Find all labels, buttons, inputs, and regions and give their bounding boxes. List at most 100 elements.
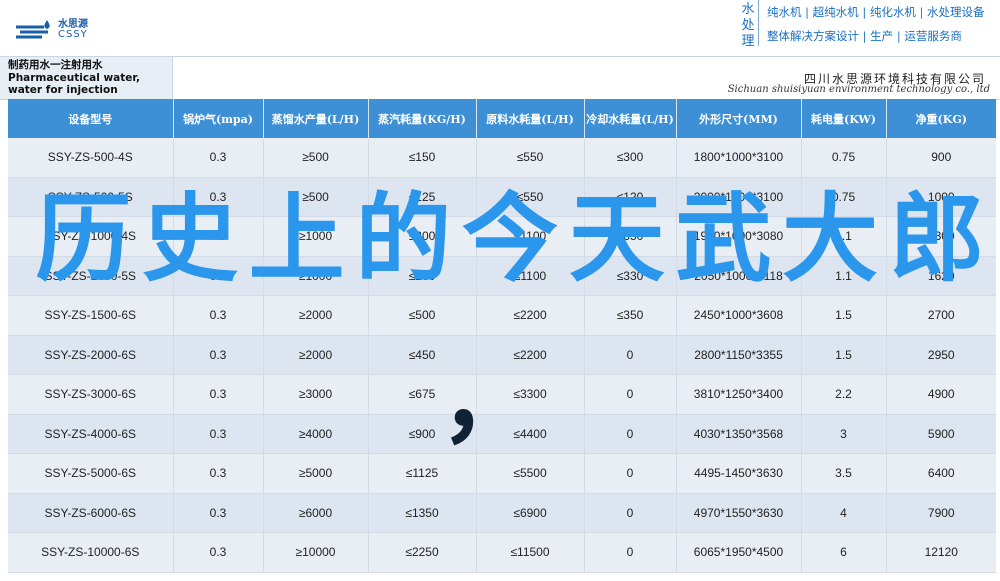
table-cell: ≤120	[584, 177, 677, 217]
table-cell: ≥5000	[263, 453, 369, 494]
column-header: 蒸汽耗量(KG/H)	[368, 99, 477, 138]
table-cell: SSY-ZS-6000-6S	[8, 493, 174, 533]
brand-name-en: CSSY	[58, 29, 88, 40]
table-cell: 6065*1950*4500	[676, 532, 802, 573]
table-cell: 0.3	[173, 256, 264, 296]
table-cell: SSY-ZS-1000-4S	[8, 216, 174, 257]
brand-logo: 水思源 CSSY	[14, 18, 88, 42]
table-cell: 1800*1000*3100	[676, 138, 802, 178]
table-cell: 4	[801, 493, 887, 533]
table-cell: 1.5	[801, 295, 887, 336]
table-cell: 0	[584, 453, 677, 494]
table-cell: ≤550	[476, 138, 585, 178]
table-cell: ≤900	[368, 414, 477, 454]
table-cell: ≥1000	[263, 256, 369, 296]
column-header: 外形尺寸(MM)	[676, 99, 802, 138]
table-cell: ≥10000	[263, 532, 369, 573]
table-cell: SSY-ZS-3000-6S	[8, 374, 174, 415]
table-cell: 2000*1000*3100	[676, 177, 802, 217]
table-cell: ≤300	[584, 138, 677, 178]
doc-title-box: 制药用水一注射用水 Pharmaceutical water, water fo…	[0, 57, 173, 99]
table-cell: 0.3	[173, 216, 264, 257]
table-cell: ≤1350	[368, 493, 477, 533]
table-cell: ≤2200	[476, 295, 585, 336]
column-header: 锅炉气(mpa)	[173, 99, 264, 138]
table-cell: ≤5500	[476, 453, 585, 494]
table-cell: 0	[584, 493, 677, 533]
table-cell: 2050*1000*3118	[676, 256, 802, 296]
table-row: SSY-ZS-3000-6S 0.3 ≥3000 ≤675 ≤3300 0 3810*125…	[8, 374, 996, 415]
table-cell: 2.2	[801, 374, 887, 415]
table-cell: ≤330	[584, 256, 677, 296]
table-cell: 0	[584, 532, 677, 573]
table-cell: ≤350	[584, 295, 677, 336]
table-cell: ≤3300	[476, 374, 585, 415]
table-cell: 0.75	[801, 138, 887, 178]
table-cell: SSY-ZS-5000-6S	[8, 453, 174, 494]
table-cell: 1620	[886, 256, 996, 296]
table-cell: ≤650	[584, 216, 677, 257]
table-cell: 900	[886, 138, 996, 178]
table-cell: ≤2250	[368, 532, 477, 573]
table-cell: ≥2000	[263, 335, 369, 375]
table-cell: SSY-ZS-500-5S	[8, 177, 174, 217]
table-cell: 0.3	[173, 138, 264, 178]
table-cell: 0.75	[801, 177, 887, 217]
table-row: SSY-ZS-500-4S 0.3 ≥500 ≤150 ≤550 ≤300 1800*100…	[8, 138, 996, 178]
table-cell: 4030*1350*3568	[676, 414, 802, 454]
table-cell: ≤500	[368, 295, 477, 336]
table-cell: 0	[584, 374, 677, 415]
table-cell: ≥6000	[263, 493, 369, 533]
table-cell: 4970*1550*3630	[676, 493, 802, 533]
table-cell: SSY-ZS-2000-6S	[8, 335, 174, 375]
table-cell: 0.3	[173, 453, 264, 494]
document-header: 制药用水一注射用水 Pharmaceutical water, water fo…	[0, 56, 1000, 100]
table-cell: 6400	[886, 453, 996, 494]
table-cell: ≤1100	[476, 256, 585, 296]
table-cell: ≤4400	[476, 414, 585, 454]
table-cell: 2450*1000*3608	[676, 295, 802, 336]
table-cell: 2950	[886, 335, 996, 375]
column-header: 原料水耗量(L/H)	[476, 99, 585, 138]
table-cell: ≤6900	[476, 493, 585, 533]
table-cell: 2700	[886, 295, 996, 336]
table-cell: 3	[801, 414, 887, 454]
table-cell: 1000	[886, 177, 996, 217]
table-cell: 0.3	[173, 335, 264, 375]
table-cell: 12120	[886, 532, 996, 573]
table-cell: 0	[584, 414, 677, 454]
table-body: SSY-ZS-500-4S 0.3 ≥500 ≤150 ≤550 ≤300 1800*100…	[8, 138, 996, 573]
table-cell: 0.3	[173, 532, 264, 573]
table-cell: ≤11500	[476, 532, 585, 573]
table-cell: ≤125	[368, 177, 477, 217]
table-cell: 0	[584, 335, 677, 375]
tagline-tag: 水处理	[740, 0, 759, 49]
table-row: SSY-ZS-5000-6S 0.3 ≥5000 ≤1125 ≤5500 0 4495-14…	[8, 453, 996, 494]
table-cell: 1300	[886, 216, 996, 257]
tagline-line-1: 纯水机 | 超纯水机 | 纯化水机 | 水处理设备	[767, 5, 985, 19]
table-cell: 2800*1150*3355	[676, 335, 802, 375]
table-cell: 3.5	[801, 453, 887, 494]
table-row: SSY-ZS-10000-6S 0.3 ≥10000 ≤2250 ≤11500 0 6065…	[8, 532, 996, 573]
table-row: SSY-ZS-1000-5S 0.3 ≥1000 ≤260 ≤1100 ≤330 2050*…	[8, 256, 996, 296]
table-cell: ≥3000	[263, 374, 369, 415]
table-cell: 1.1	[801, 216, 887, 257]
right-tagline: 水处理 纯水机 | 超纯水机 | 纯化水机 | 水处理设备 整体解决方案设计 |…	[740, 0, 985, 49]
column-header: 耗电量(KW)	[801, 99, 887, 138]
company-name-en: Sichuan shuisiyuan environment technolog…	[727, 84, 990, 95]
tagline-line-2: 整体解决方案设计 | 生产 | 运营服务商	[767, 29, 962, 43]
table-cell: SSY-ZS-4000-6S	[8, 414, 174, 454]
table-cell: 3810*1250*3400	[676, 374, 802, 415]
water-drop-logo-icon	[16, 20, 50, 39]
table-cell: ≤1100	[476, 216, 585, 257]
table-cell: 5900	[886, 414, 996, 454]
table-cell: ≤1125	[368, 453, 477, 494]
table-cell: 0.3	[173, 493, 264, 533]
table-row: SSY-ZS-2000-6S 0.3 ≥2000 ≤450 ≤2200 0 2800*115…	[8, 335, 996, 375]
table-cell: ≤300	[368, 216, 477, 257]
table-cell: 7900	[886, 493, 996, 533]
column-header: 冷却水耗量(L/H)	[584, 99, 677, 138]
table-row: SSY-ZS-1500-6S 0.3 ≥2000 ≤500 ≤2200 ≤350 2450*…	[8, 295, 996, 336]
table-cell: 1930*1000*3080	[676, 216, 802, 257]
table-cell: 1.5	[801, 335, 887, 375]
